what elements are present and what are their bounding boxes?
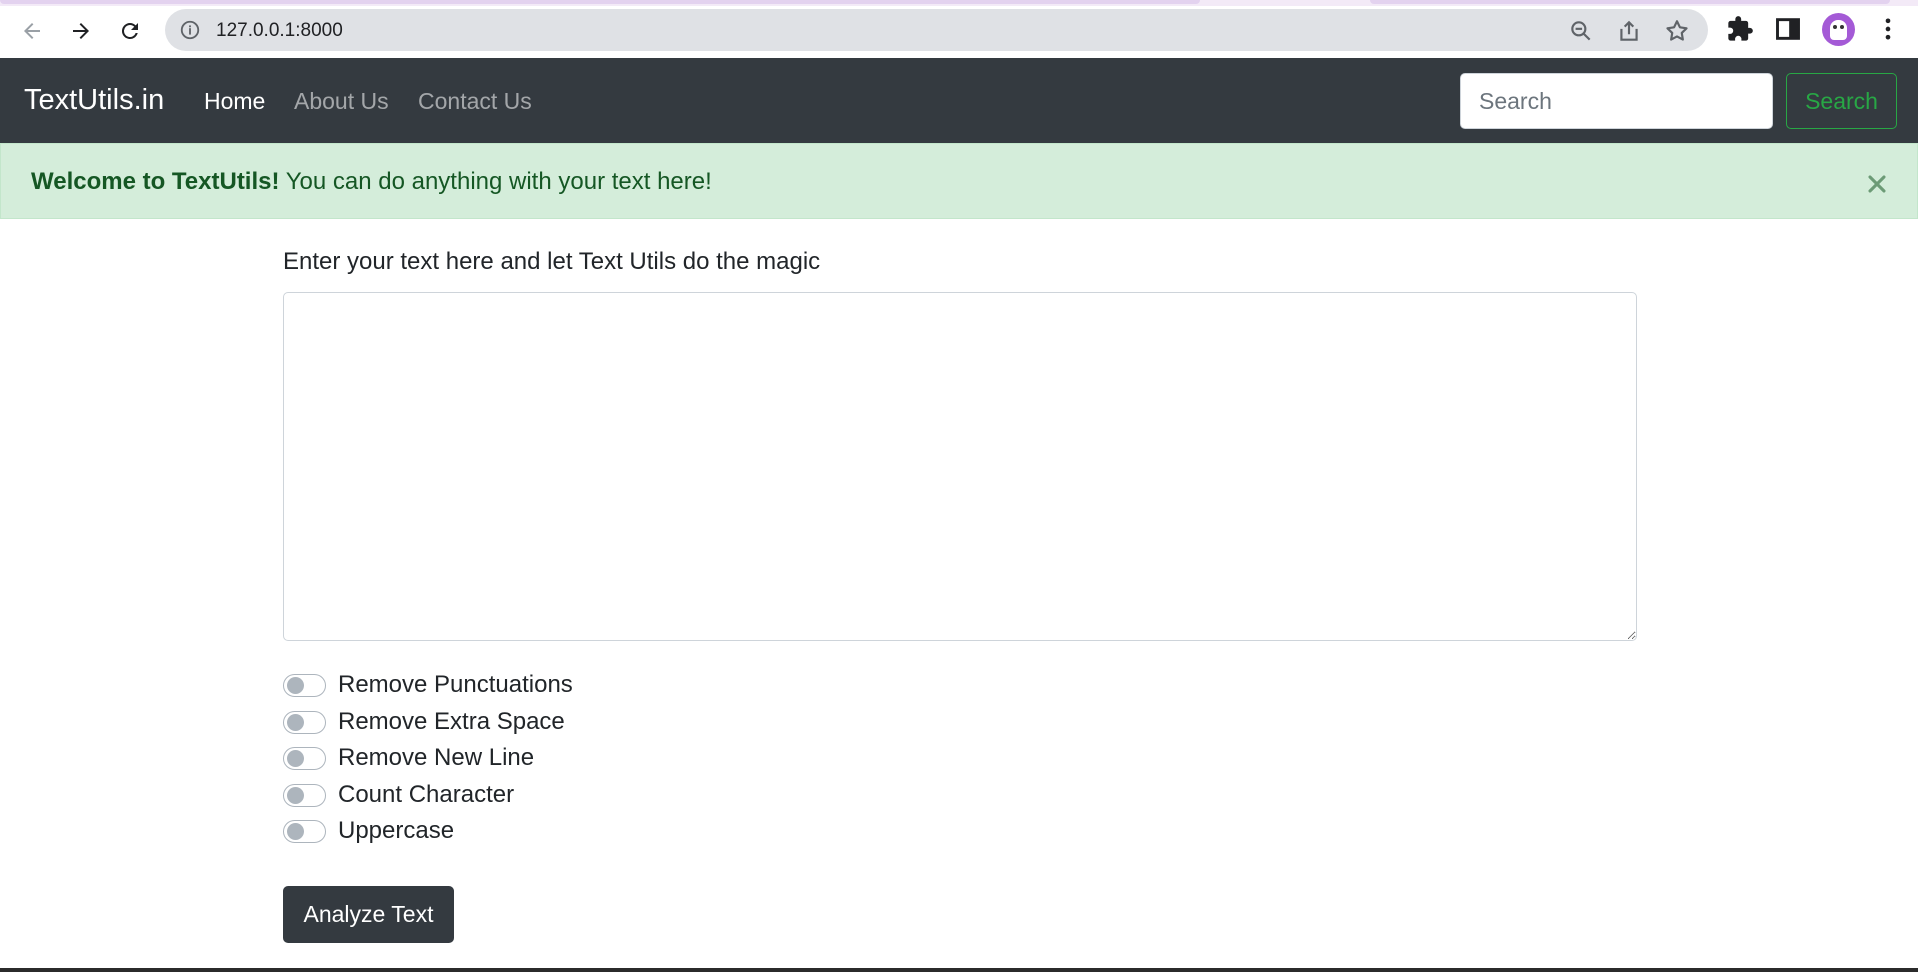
switch-label: Uppercase — [338, 817, 455, 844]
switch-uppercase[interactable]: Uppercase — [283, 816, 454, 846]
back-arrow-icon[interactable] — [14, 13, 50, 49]
forward-arrow-icon[interactable] — [63, 13, 99, 49]
url-text: 127.0.0.1:8000 — [216, 20, 343, 41]
tab-strip-left — [0, 0, 1200, 4]
page-bottom-border — [0, 968, 1918, 972]
switch-label: Count Character — [338, 781, 515, 808]
nav-link-about-us[interactable]: About Us — [294, 88, 389, 115]
search-button[interactable]: Search — [1786, 73, 1897, 129]
zoom-out-icon[interactable] — [1568, 18, 1594, 44]
avatar-face — [1830, 19, 1847, 40]
share-icon[interactable] — [1616, 18, 1642, 44]
kebab-menu-icon[interactable] — [1874, 15, 1902, 43]
toggle-switch[interactable] — [283, 673, 326, 697]
toggle-switch[interactable] — [283, 710, 326, 734]
nav-link-contact-us[interactable]: Contact Us — [418, 88, 532, 115]
alert-message: You can do anything with your text here! — [279, 168, 712, 195]
switch-remove-extra-space[interactable]: Remove Extra Space — [283, 707, 565, 737]
alert-strong-text: Welcome to TextUtils! — [31, 168, 280, 195]
star-icon[interactable] — [1664, 18, 1690, 44]
address-bar[interactable]: 127.0.0.1:8000 — [165, 9, 1708, 51]
analyze-text-button[interactable]: Analyze Text — [283, 886, 454, 943]
switch-label: Remove Punctuations — [338, 671, 573, 698]
close-icon[interactable] — [1863, 170, 1891, 198]
switch-label: Remove New Line — [338, 744, 535, 771]
switch-count-character[interactable]: Count Character — [283, 780, 514, 810]
switch-label: Remove Extra Space — [338, 708, 565, 735]
side-panel-icon[interactable] — [1774, 15, 1802, 43]
switch-remove-new-line[interactable]: Remove New Line — [283, 743, 534, 773]
tab-strip — [0, 0, 1918, 6]
toggle-switch[interactable] — [283, 783, 326, 807]
toggle-switch[interactable] — [283, 819, 326, 843]
brand-logo[interactable]: TextUtils.in — [24, 84, 164, 117]
reload-icon[interactable] — [112, 13, 148, 49]
toggle-switch[interactable] — [283, 746, 326, 770]
search-input[interactable] — [1460, 73, 1773, 129]
info-icon[interactable] — [179, 19, 201, 41]
switch-remove-punctuations[interactable]: Remove Punctuations — [283, 670, 573, 700]
browser-toolbar: 127.0.0.1:8000 — [0, 0, 1918, 58]
alert-text: Welcome to TextUtils! You can do anythin… — [31, 168, 712, 196]
nav-link-home[interactable]: Home — [204, 88, 265, 115]
textarea-label: Enter your text here and let Text Utils … — [283, 248, 821, 275]
navbar: TextUtils.in Home About Us Contact Us Se… — [0, 58, 1918, 143]
tab-strip-right — [1370, 0, 1890, 4]
welcome-alert: Welcome to TextUtils! You can do anythin… — [0, 143, 1918, 219]
puzzle-icon[interactable] — [1726, 15, 1754, 43]
avatar[interactable] — [1822, 13, 1855, 46]
text-input-area[interactable] — [283, 292, 1637, 641]
